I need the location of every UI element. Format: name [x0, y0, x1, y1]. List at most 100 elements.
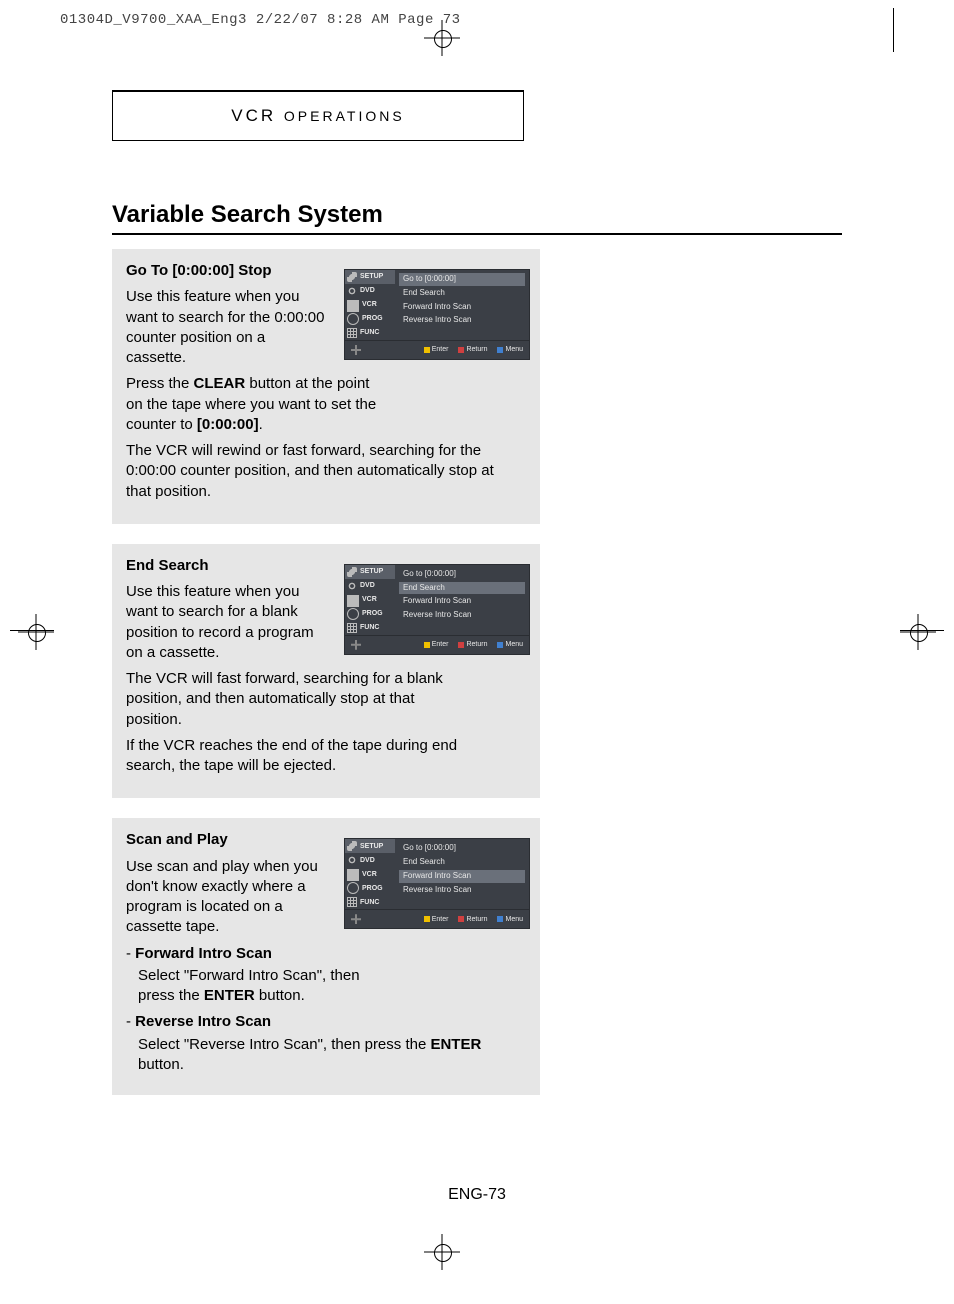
- tape-icon: [347, 300, 359, 312]
- section-scan-play: Scan and Play Use scan and play when you…: [112, 818, 540, 1095]
- square-icon: [458, 642, 464, 648]
- gear-icon: [347, 567, 357, 577]
- clear-button-label: CLEAR: [194, 375, 246, 392]
- square-icon: [458, 916, 464, 922]
- disc-icon: [347, 581, 357, 591]
- osd-row: End Search: [399, 287, 525, 300]
- label: Menu: [505, 640, 523, 649]
- text: button.: [138, 1056, 184, 1073]
- chapter-prefix: VCR: [231, 106, 284, 125]
- osd-row: Forward Intro Scan: [399, 301, 525, 314]
- label: Menu: [505, 915, 523, 924]
- osd-enter: Enter: [424, 915, 449, 924]
- osd-side-vcr: VCR: [345, 593, 395, 607]
- crop-mark: [893, 8, 894, 52]
- bullet-label: Forward Intro Scan: [135, 945, 272, 962]
- label: DVD: [360, 286, 375, 295]
- bullet-text: Select "Forward Intro Scan", then press …: [138, 966, 398, 1007]
- print-header: 01304D_V9700_XAA_Eng3 2/22/07 8:28 AM Pa…: [60, 12, 461, 28]
- osd-menu: Menu: [497, 640, 523, 649]
- label: DVD: [360, 856, 375, 865]
- osd-side-prog: PROG: [345, 881, 395, 895]
- paragraph: The VCR will fast forward, searching for…: [126, 669, 446, 730]
- bullet-text: Select "Reverse Intro Scan", then press …: [138, 1035, 526, 1076]
- registration-mark-icon: [24, 620, 48, 644]
- label: Menu: [505, 345, 523, 354]
- disc-icon: [347, 855, 357, 865]
- grid-icon: [347, 623, 357, 633]
- osd-row: Go to [0:00:00]: [399, 273, 525, 286]
- osd-side-func: FUNC: [345, 621, 395, 635]
- osd-menu: Menu: [497, 345, 523, 354]
- osd-row: Forward Intro Scan: [399, 595, 525, 608]
- title-underline: [112, 233, 842, 235]
- square-icon: [497, 916, 503, 922]
- osd-row: Go to [0:00:00]: [399, 568, 525, 581]
- osd-row: End Search: [399, 582, 525, 595]
- bullet-reverse: - Reverse Intro Scan: [126, 1012, 526, 1032]
- page-number: ENG-73: [0, 1186, 954, 1204]
- square-icon: [458, 347, 464, 353]
- label: PROG: [362, 314, 383, 323]
- osd-side-prog: PROG: [345, 312, 395, 326]
- label: FUNC: [360, 898, 379, 907]
- label: Enter: [432, 640, 449, 649]
- text: Select "Reverse Intro Scan", then press …: [138, 1036, 430, 1053]
- text: .: [259, 416, 263, 433]
- paragraph: If the VCR reaches the end of the tape d…: [126, 736, 506, 777]
- dpad-icon: [351, 345, 361, 355]
- gear-icon: [347, 272, 357, 282]
- dpad-icon: [351, 640, 361, 650]
- osd-side-vcr: VCR: [345, 867, 395, 881]
- label: Return: [466, 915, 487, 924]
- square-icon: [424, 916, 430, 922]
- square-icon: [497, 347, 503, 353]
- enter-button-label: ENTER: [430, 1036, 481, 1053]
- label: SETUP: [360, 842, 383, 851]
- osd-row: Reverse Intro Scan: [399, 609, 525, 622]
- osd-sidebar: SETUP DVD VCR PROG FUNC: [345, 839, 395, 909]
- gear-icon: [347, 841, 357, 851]
- osd-side-func: FUNC: [345, 326, 395, 340]
- label: PROG: [362, 609, 383, 618]
- chapter-rest: OPERATIONS: [284, 108, 405, 124]
- osd-screenshot: SETUP DVD VCR PROG FUNC Go to [0:00:00] …: [344, 269, 530, 360]
- osd-return: Return: [458, 345, 487, 354]
- osd-return: Return: [458, 640, 487, 649]
- label: FUNC: [360, 328, 379, 337]
- osd-footer: Enter Return Menu: [345, 909, 529, 928]
- counter-value: [0:00:00]: [197, 416, 259, 433]
- square-icon: [424, 347, 430, 353]
- osd-row: Forward Intro Scan: [399, 870, 525, 883]
- registration-mark-icon: [430, 26, 454, 50]
- osd-menu: Menu: [497, 915, 523, 924]
- clock-icon: [347, 313, 359, 325]
- text: button.: [255, 987, 305, 1004]
- section-goto-stop: Go To [0:00:00] Stop Use this feature wh…: [112, 249, 540, 524]
- text: Press the: [126, 375, 194, 392]
- osd-return: Return: [458, 915, 487, 924]
- clock-icon: [347, 608, 359, 620]
- osd-side-setup: SETUP: [345, 270, 395, 284]
- label: Enter: [432, 915, 449, 924]
- label: Enter: [432, 345, 449, 354]
- tape-icon: [347, 869, 359, 881]
- osd-side-prog: PROG: [345, 607, 395, 621]
- osd-row: Reverse Intro Scan: [399, 314, 525, 327]
- osd-main: Go to [0:00:00] End Search Forward Intro…: [395, 270, 529, 340]
- registration-mark-icon: [906, 620, 930, 644]
- osd-main: Go to [0:00:00] End Search Forward Intro…: [395, 839, 529, 909]
- page-title: Variable Search System: [112, 201, 842, 229]
- osd-footer: Enter Return Menu: [345, 340, 529, 359]
- clock-icon: [347, 882, 359, 894]
- osd-screenshot: SETUP DVD VCR PROG FUNC Go to [0:00:00] …: [344, 838, 530, 929]
- disc-icon: [347, 286, 357, 296]
- bullet-forward: - Forward Intro Scan: [126, 944, 526, 964]
- osd-row: Reverse Intro Scan: [399, 884, 525, 897]
- osd-side-setup: SETUP: [345, 565, 395, 579]
- square-icon: [424, 642, 430, 648]
- label: Return: [466, 345, 487, 354]
- osd-side-dvd: DVD: [345, 853, 395, 867]
- enter-button-label: ENTER: [204, 987, 255, 1004]
- label: SETUP: [360, 272, 383, 281]
